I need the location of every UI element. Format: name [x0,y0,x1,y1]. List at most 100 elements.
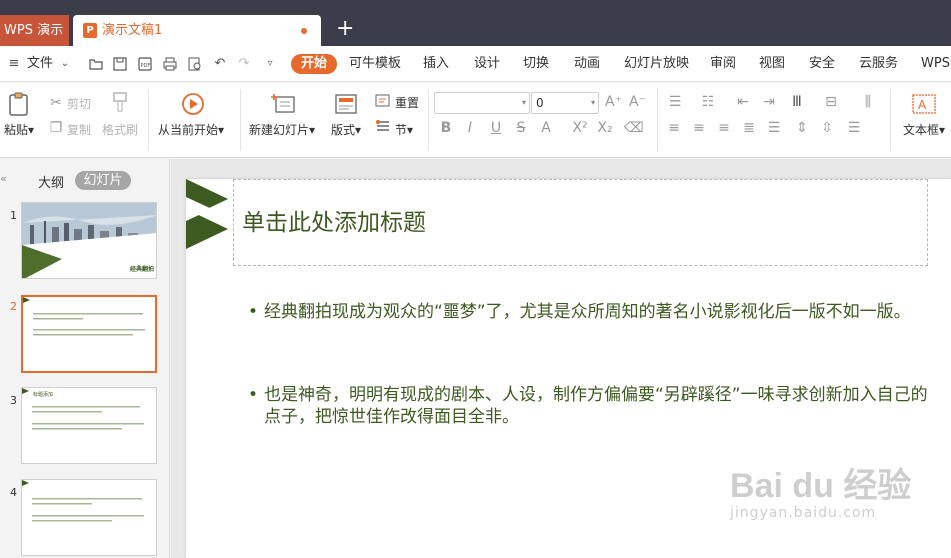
slide-thumbnail-1[interactable]: 经典翻拍 [21,202,157,279]
format-painter-icon[interactable] [110,91,130,113]
decrease-font-icon[interactable]: A⁻ [629,94,646,110]
slide-number: 3 [10,394,17,407]
textbox-button[interactable]: 文本框▾ [903,121,945,138]
slide-number: 1 [10,209,17,222]
tab-review[interactable]: 审阅 [710,54,736,74]
decrease-indent-icon[interactable]: ⇤ [735,94,751,110]
unsaved-dot-icon[interactable] [301,28,307,34]
increase-font-icon[interactable]: A⁺ [605,94,622,110]
section-icon[interactable] [375,119,391,134]
title-placeholder[interactable]: 单击此处添加标题 [233,179,928,266]
slide-number: 2 [10,300,17,313]
bullet-text: 也是神奇，明明有现成的剧本、人设，制作方偏偏要“另辟蹊径”一味寻求创新加入自己的… [264,385,928,427]
bullet-list-icon[interactable]: ☰ [667,94,683,110]
slide-preview [23,297,145,336]
tab-slideshow[interactable]: 幻灯片放映 [624,54,689,74]
distribute-icon[interactable]: ☰ [766,120,782,136]
align-right-icon[interactable]: ≡ [716,120,732,136]
new-tab-button[interactable]: + [336,14,354,44]
slide-preview [22,480,144,522]
redo-icon[interactable]: ↷ [236,56,252,72]
document-tab[interactable]: P 演示文稿1 [73,15,321,46]
quick-access-dropdown-icon[interactable]: ▿ [262,56,278,72]
svg-text:A: A [918,98,927,112]
copy-icon[interactable]: ❐ [48,120,64,136]
hamburger-menu-icon[interactable]: ≡ [6,56,22,72]
format-painter-button[interactable]: 格式刷 [102,121,138,138]
layout-button[interactable]: 版式▾ [331,121,361,138]
save-icon[interactable] [112,56,128,72]
align-center-icon[interactable]: ≡ [691,120,707,136]
font-color-icon[interactable]: A [538,120,554,136]
layout-icon[interactable] [334,93,358,115]
play-from-current-icon[interactable] [181,92,205,116]
tab-outline[interactable]: 大纲 [38,172,64,191]
subscript-icon[interactable]: X₂ [597,120,613,136]
reset-icon[interactable] [375,93,391,108]
paste-icon[interactable] [6,91,32,117]
presentation-file-icon: P [83,23,97,38]
italic-icon[interactable]: I [462,120,478,136]
copy-button[interactable]: 复制 [67,121,91,138]
slide-thumbnail-3[interactable]: 标题添加 [21,387,157,464]
tab-wps-member[interactable]: WPS会 [921,54,951,74]
menu-bar: ≡ 文件 ⌄ PDF ↶ ↷ ▿ 开始 可牛模板 插入 设计 切换 动画 幻灯片… [0,46,951,82]
tab-cloud-service[interactable]: 云服务 [859,54,898,74]
collapse-pane-icon[interactable]: « [0,172,7,185]
paste-button[interactable]: 粘贴▾ [4,121,34,138]
print-preview-icon[interactable] [187,56,203,72]
strikethrough-icon[interactable]: S [513,120,529,136]
font-name-select[interactable]: ▾ [434,92,530,114]
justify-icon[interactable]: ≣ [741,120,757,136]
watermark-url: jingyan.baidu.com [730,505,877,521]
tab-design[interactable]: 设计 [474,54,500,74]
tab-transitions[interactable]: 切换 [523,54,549,74]
section-button[interactable]: 节▾ [395,121,413,138]
new-slide-button[interactable]: 新建幻灯片▾ [249,121,315,138]
tab-insert[interactable]: 插入 [423,54,449,74]
bullet-paragraph-1[interactable]: • 经典翻拍现成为观众的“噩梦”了，尤其是众所周知的著名小说影视化后一版不如一版… [248,301,928,323]
ribbon-toolbar: 粘贴▾ ✂ 剪切 ❐ 复制 格式刷 从当前开始▾ 新建幻灯片▾ 版式▾ 重置 节… [0,83,951,158]
slide-thumbnail-2[interactable] [21,295,157,373]
tab-animations[interactable]: 动画 [574,54,600,74]
superscript-icon[interactable]: X² [572,120,588,136]
clear-format-icon[interactable]: ⌫ [624,120,644,136]
bullet-dot: • [248,302,259,322]
numbered-list-icon[interactable]: ☷ [700,94,716,110]
underline-icon[interactable]: U [488,120,504,136]
increase-indent-icon[interactable]: ⇥ [761,94,777,110]
slide-preview [22,388,144,430]
file-menu[interactable]: 文件 [27,54,53,74]
wps-app-tab[interactable]: WPS 演示 [0,15,69,46]
spacing-options-icon[interactable]: ☰ [846,120,862,136]
align-left-icon[interactable]: ≡ [666,120,682,136]
bold-icon[interactable]: B [438,120,454,136]
textbox-icon[interactable]: A [912,93,936,115]
chevron-down-icon[interactable]: ⌄ [57,56,73,72]
reset-button[interactable]: 重置 [395,94,419,111]
export-pdf-icon[interactable]: PDF [137,56,153,72]
print-icon[interactable] [162,56,178,72]
new-slide-icon[interactable] [270,92,296,116]
tab-home[interactable]: 开始 [291,54,338,74]
divider [148,89,149,151]
undo-icon[interactable]: ↶ [212,56,228,72]
open-folder-icon[interactable] [88,56,104,72]
bullet-paragraph-2[interactable]: • 也是神奇，明明有现成的剧本、人设，制作方偏偏要“另辟蹊径”一味寻求创新加入自… [248,384,928,428]
watermark-logo: Bai du 经验 [730,467,912,505]
tab-security[interactable]: 安全 [809,54,835,74]
tab-templates[interactable]: 可牛模板 [349,54,401,74]
tab-slides[interactable]: 幻灯片 [75,171,131,190]
tab-view[interactable]: 视图 [759,54,785,74]
column-icon[interactable]: ⫼ [860,94,876,110]
from-current-button[interactable]: 从当前开始▾ [158,121,224,138]
scissors-icon[interactable]: ✂ [48,95,64,111]
align-text-icon[interactable]: ⊟ [823,94,839,110]
line-spacing-icon[interactable]: ⇕ [794,120,810,136]
text-direction-icon[interactable]: Ⅲ [789,94,805,110]
font-size-select[interactable]: 0 ▾ [531,92,599,114]
cut-button[interactable]: 剪切 [67,95,91,112]
paragraph-spacing-icon[interactable]: ⇳ [819,120,835,136]
slide-thumbnail-4[interactable] [21,479,157,556]
baidu-jingyan-watermark: Bai du 经验 jingyan.baidu.com [730,458,911,521]
